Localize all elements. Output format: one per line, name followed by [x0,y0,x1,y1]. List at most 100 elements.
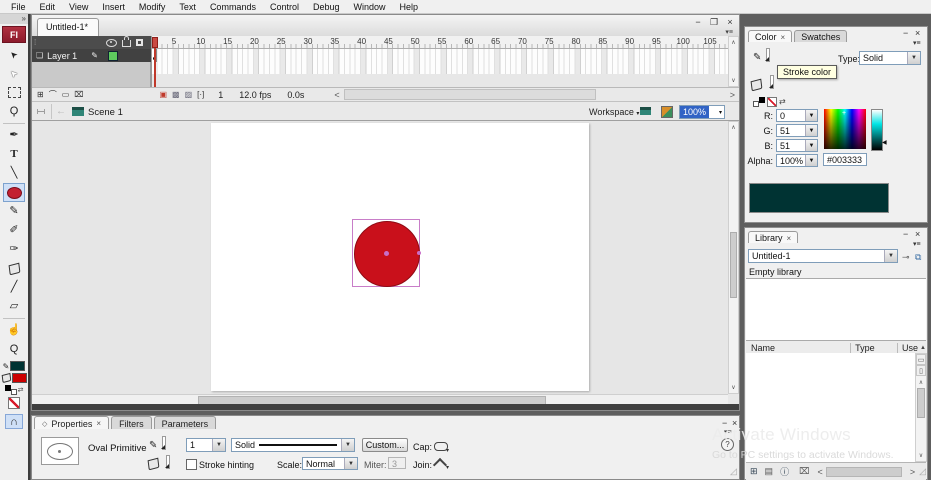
onion-skin-button[interactable]: ▩ [172,90,180,99]
color-spectrum[interactable]: + [824,109,866,149]
brightness-slider-marker-icon[interactable]: ◀ [882,139,887,146]
frames-hscrollbar[interactable] [343,89,596,100]
timeline-panel-menu-icon[interactable]: ▾≡ [725,28,733,36]
stroke-style-combo[interactable]: Solid ▼ [231,438,355,452]
library-hscroll-thumb[interactable] [825,466,902,477]
color-fill-swatch[interactable] [769,75,774,89]
oval-tool[interactable] [3,183,25,202]
collapse-panel-button[interactable]: » [0,14,28,24]
selection-bounding-box[interactable] [352,219,421,287]
edit-symbols-button[interactable] [661,106,673,118]
library-wide-view-icon[interactable]: ▭ [916,354,926,365]
insert-layer-button[interactable]: ⊞ [37,90,44,99]
type-arrow-icon[interactable]: ▼ [907,52,920,64]
library-vscrollbar[interactable]: ▭ ▯ ∧ ∨ [915,353,927,462]
workspace-button[interactable]: Workspace ▾ [589,107,639,117]
join-dropdown-icon[interactable]: ▾ [446,464,449,471]
timeline-scroll-down-icon[interactable]: ∨ [729,77,738,84]
library-vscroll-thumb[interactable] [917,388,925,418]
new-symbol-button[interactable]: ⊞ [750,466,758,477]
menu-debug[interactable]: Debug [306,2,347,12]
scene-name[interactable]: Scene 1 [88,107,123,118]
center-frame-button[interactable]: ▣ [159,90,167,99]
color-type-combo[interactable]: Solid ▼ [859,51,921,65]
menu-text[interactable]: Text [172,2,203,12]
back-arrow-icon[interactable]: ← [56,106,66,117]
miter-field[interactable]: 3 [388,457,406,469]
layer-row[interactable]: ❏ Layer 1 ✎ [32,49,151,62]
color-tab-close-icon[interactable]: × [781,33,786,42]
stage-vscrollbar[interactable]: ∧ ∨ [728,121,739,394]
timeline-ruler[interactable]: 5 10 15 20 25 30 35 40 45 50 55 60 65 70 75 80 85 90 95 100… [152,36,728,49]
delete-item-button[interactable]: ⌧ [799,466,809,477]
ink-bottle-tool[interactable]: ✑ [3,240,25,259]
library-doc-arrow-icon[interactable]: ▼ [884,250,897,262]
frames-grid[interactable] [152,49,728,74]
eyedropper-tool[interactable]: ╱ [3,278,25,297]
tab-swatches[interactable]: Swatches [794,30,848,42]
menu-window[interactable]: Window [347,2,393,12]
pin-library-icon[interactable]: ⊸ [902,252,910,263]
g-value-field[interactable]: 51 ▼ [776,124,818,137]
free-transform-tool[interactable] [3,83,25,102]
library-close-icon[interactable]: × [915,229,920,239]
stage-vscroll-thumb[interactable] [730,232,737,298]
scale-arrow-icon[interactable]: ▼ [344,458,357,469]
b-value-field[interactable]: 51 ▼ [776,139,818,152]
tab-parameters[interactable]: Parameters [153,416,217,429]
shape-edge-handle[interactable] [417,251,421,255]
menu-control[interactable]: Control [263,2,306,12]
item-properties-button[interactable]: ⓘ [780,465,789,478]
outline-layers-icon[interactable] [136,39,143,46]
subselection-tool[interactable]: ➤ [3,64,25,83]
menu-insert[interactable]: Insert [95,2,132,12]
library-scroll-left-icon[interactable]: < [817,467,822,477]
tab-filters[interactable]: Filters [111,416,152,429]
tab-color[interactable]: Color × [748,30,793,42]
pencil-tool[interactable]: ✎ [3,202,25,221]
edit-multiple-frames-button[interactable]: [·] [197,90,204,99]
library-minimize-icon[interactable]: − [903,229,908,239]
r-arrow-icon[interactable]: ▼ [805,110,817,121]
library-document-combo[interactable]: Untitled-1 ▼ [748,249,898,263]
color-no-color-icon[interactable] [767,97,777,107]
color-panel-menu-icon[interactable]: ▾≡ [913,39,921,47]
scale-combo[interactable]: Normal ▼ [302,457,358,470]
shape-center-point[interactable] [384,251,389,256]
properties-panel-menu-icon[interactable]: ▾≡ [724,428,732,436]
prop-stroke-color-swatch[interactable] [161,436,166,450]
library-scroll-up-icon[interactable]: ∧ [916,379,926,386]
column-name[interactable]: Name [751,343,850,353]
frames-scroll-left-icon[interactable]: < [334,90,339,100]
stroke-style-arrow-icon[interactable]: ▼ [341,439,354,451]
stroke-hinting-checkbox[interactable] [186,459,197,470]
frames-scroll-right-icon[interactable]: > [730,90,735,100]
stage-scroll-down-icon[interactable]: ∨ [729,384,738,391]
edit-scene-button[interactable] [640,107,651,115]
fill-color-swatch[interactable] [11,373,27,383]
stage-scroll-up-icon[interactable]: ∧ [729,124,738,131]
menu-edit[interactable]: Edit [33,2,63,12]
show-hide-layers-icon[interactable] [106,38,117,47]
layer-outline-color-swatch[interactable] [107,50,118,61]
zoom-value[interactable]: 100% [680,106,710,118]
b-arrow-icon[interactable]: ▼ [805,140,817,151]
library-item-list[interactable] [746,353,915,462]
onion-skin-outlines-button[interactable]: ▨ [185,90,193,99]
library-scroll-right-icon[interactable]: > [910,467,915,477]
column-use[interactable]: Use [897,342,918,353]
join-style-icon[interactable] [432,457,448,473]
menu-file[interactable]: File [4,2,33,12]
color-stroke-swatch[interactable] [765,48,770,62]
properties-tab-close-icon[interactable]: × [96,419,101,428]
window-close-button[interactable]: × [724,17,736,28]
cap-dropdown-icon[interactable]: ▾ [446,447,449,454]
pen-tool[interactable]: ✒ [3,126,25,145]
custom-stroke-button[interactable]: Custom... [362,438,408,452]
library-tab-close-icon[interactable]: × [787,234,792,243]
no-color-icon[interactable] [8,397,20,409]
r-value-field[interactable]: 0 ▼ [776,109,818,122]
prop-fill-color-swatch[interactable] [165,455,170,469]
column-type[interactable]: Type [850,342,897,353]
hex-field[interactable]: #003333 [823,153,867,166]
